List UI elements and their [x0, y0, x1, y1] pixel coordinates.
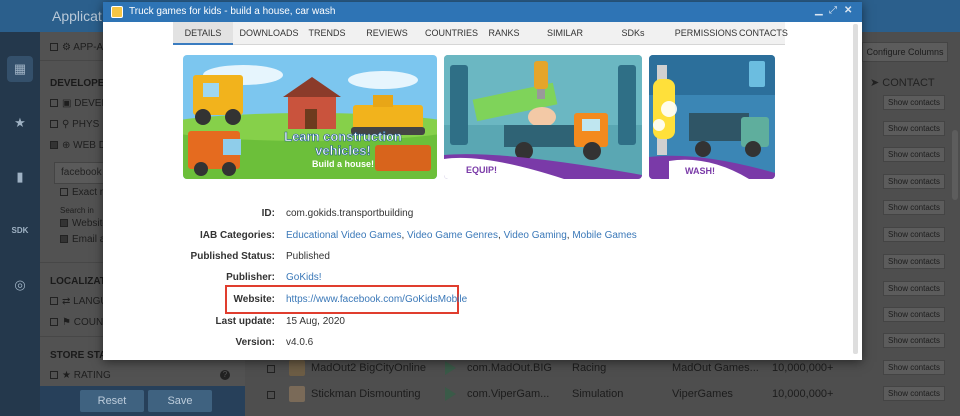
- status-label: Published Status:: [190, 251, 275, 262]
- app-icon: [111, 6, 123, 18]
- show-contacts-button[interactable]: Show contacts: [883, 307, 945, 322]
- modal-title: Truck games for kids - build a house, ca…: [129, 6, 336, 17]
- table-row[interactable]: Stickman Dismounting com.ViperGam... Sim…: [245, 382, 960, 408]
- version-label: Version:: [235, 337, 275, 348]
- tab-similar[interactable]: SIMILAR: [537, 22, 593, 45]
- app-installs: 10,000,000+: [772, 388, 834, 400]
- iab-link[interactable]: Mobile Games: [572, 230, 636, 241]
- app-installs: 10,000,000+: [772, 362, 834, 374]
- show-contacts-button[interactable]: Show contacts: [883, 254, 945, 269]
- status-value: Published: [286, 251, 330, 262]
- website-checkbox[interactable]: Website: [60, 218, 108, 229]
- last-update-label: Last update:: [215, 316, 275, 327]
- exact-match-checkbox[interactable]: Exact m: [60, 187, 108, 198]
- star-icon[interactable]: ★: [7, 110, 33, 136]
- search-in-label: Search in: [60, 206, 94, 215]
- show-contacts-button[interactable]: Show contacts: [883, 227, 945, 242]
- iab-link[interactable]: Video Gaming: [504, 230, 567, 241]
- app-details-modal: Truck games for kids - build a house, ca…: [103, 2, 862, 360]
- publisher-label: Publisher:: [226, 272, 275, 283]
- filter-phys[interactable]: ⚲ PHYS: [50, 119, 99, 130]
- minimize-icon[interactable]: ▁: [815, 5, 823, 16]
- globe-icon[interactable]: ◎: [7, 272, 33, 298]
- save-button[interactable]: Save: [148, 390, 212, 412]
- filter-web[interactable]: ⊕ WEB D: [50, 140, 106, 151]
- show-contacts-button[interactable]: Show contacts: [883, 174, 945, 189]
- tab-countries[interactable]: COUNTRIES: [425, 22, 478, 45]
- screenshot-build[interactable]: Learn construction vehicles! Build a hou…: [183, 55, 437, 179]
- app-name[interactable]: Stickman Dismounting: [311, 388, 420, 400]
- expand-icon[interactable]: ⤢: [829, 5, 837, 16]
- id-label: ID:: [261, 208, 275, 219]
- filter-country[interactable]: ⚑ COUN: [50, 317, 103, 328]
- last-update-value: 15 Aug, 2020: [286, 316, 345, 327]
- show-contacts-button[interactable]: Show contacts: [883, 200, 945, 215]
- reset-button[interactable]: Reset: [80, 390, 144, 412]
- screenshot-wash[interactable]: WASH!: [649, 55, 775, 179]
- app-thumbnail: [289, 386, 305, 402]
- filter-devel[interactable]: ▣ DEVEL: [50, 98, 107, 109]
- tab-reviews[interactable]: REVIEWS: [349, 22, 425, 45]
- iab-link[interactable]: Video Game Genres: [407, 230, 498, 241]
- show-contacts-button[interactable]: Show contacts: [883, 333, 945, 348]
- filter-app[interactable]: ⚙ APP-A: [50, 42, 103, 53]
- app-developer: ViperGames: [672, 388, 733, 400]
- show-contacts-button[interactable]: Show contacts: [883, 95, 945, 110]
- filter-language[interactable]: ⇄ LANGU: [50, 296, 108, 307]
- tab-permissions[interactable]: PERMISSIONS: [673, 22, 739, 45]
- left-nav: ▦ ★ ▮ SDK ◎: [0, 32, 40, 416]
- publisher-link[interactable]: GoKids!: [286, 272, 322, 283]
- row-checkbox[interactable]: [267, 365, 275, 373]
- app-package: com.ViperGam...: [467, 388, 550, 400]
- google-play-icon: [445, 361, 456, 375]
- tab-sdks[interactable]: SDKs: [593, 22, 673, 45]
- app-package: com.MadOut.BIG: [467, 362, 552, 374]
- help-icon[interactable]: ?: [220, 370, 230, 380]
- app-name[interactable]: MadOut2 BigCityOnline: [311, 362, 426, 374]
- screenshot-caption: vehicles!: [315, 143, 371, 158]
- app-category: Racing: [572, 362, 607, 374]
- app-category: Simulation: [572, 388, 624, 400]
- screenshot-badge: WASH!: [685, 166, 715, 176]
- contact-header: ➤ CONTACT: [870, 77, 935, 89]
- modal-titlebar: Truck games for kids - build a house, ca…: [103, 2, 862, 22]
- modal-tabs: DETAILS DOWNLOADS TRENDS REVIEWS COUNTRI…: [173, 22, 788, 45]
- tab-contacts[interactable]: CONTACTS: [739, 22, 788, 45]
- screenshot-badge: EQUIP!: [466, 165, 497, 175]
- iab-label: IAB Categories:: [199, 230, 275, 241]
- row-checkbox[interactable]: [267, 391, 275, 399]
- app-title: Applicat: [52, 8, 102, 24]
- sdk-icon[interactable]: SDK: [7, 218, 33, 244]
- tab-ranks[interactable]: RANKS: [471, 22, 537, 45]
- tab-details[interactable]: DETAILS: [173, 22, 233, 45]
- email-checkbox[interactable]: Email a: [60, 234, 105, 245]
- id-value: com.gokids.transportbuilding: [286, 208, 414, 219]
- screenshot-caption: Learn construction: [284, 129, 402, 144]
- grid-icon[interactable]: ▦: [7, 56, 33, 82]
- google-play-icon: [445, 387, 456, 401]
- sidebar-footer: Reset Save: [40, 386, 245, 416]
- show-contacts-button[interactable]: Show contacts: [883, 121, 945, 136]
- modal-scrollbar[interactable]: [853, 24, 858, 354]
- tab-trends[interactable]: TRENDS: [305, 22, 349, 45]
- show-contacts-button[interactable]: Show contacts: [883, 281, 945, 296]
- website-label: Website:: [233, 294, 276, 305]
- send-icon: ➤: [870, 77, 880, 89]
- filter-rating[interactable]: ★ RATING: [50, 370, 111, 381]
- iab-link[interactable]: Educational Video Games: [286, 230, 401, 241]
- version-value: v4.0.6: [286, 337, 314, 348]
- results-scrollbar[interactable]: [952, 130, 958, 200]
- show-contacts-button[interactable]: Show contacts: [883, 147, 945, 162]
- screenshot-caption: Build a house!: [312, 159, 374, 169]
- app-developer: MadOut Games...: [672, 362, 759, 374]
- iab-values: Educational Video Games, Video Game Genr…: [286, 230, 637, 241]
- screenshot-equip[interactable]: EQUIP!: [444, 55, 642, 179]
- app-window: Applicat ▦ ★ ▮ SDK ◎ ⚙ APP-A DEVELOPER ▣…: [0, 0, 960, 416]
- configure-columns-button[interactable]: Configure Columns: [862, 42, 948, 62]
- app-thumbnail: [289, 360, 305, 376]
- website-link[interactable]: https://www.facebook.com/GoKidsMobile: [286, 294, 467, 305]
- bar-chart-icon[interactable]: ▮: [7, 164, 33, 190]
- close-icon[interactable]: ✕: [844, 5, 852, 16]
- tab-downloads[interactable]: DOWNLOADS: [233, 22, 305, 45]
